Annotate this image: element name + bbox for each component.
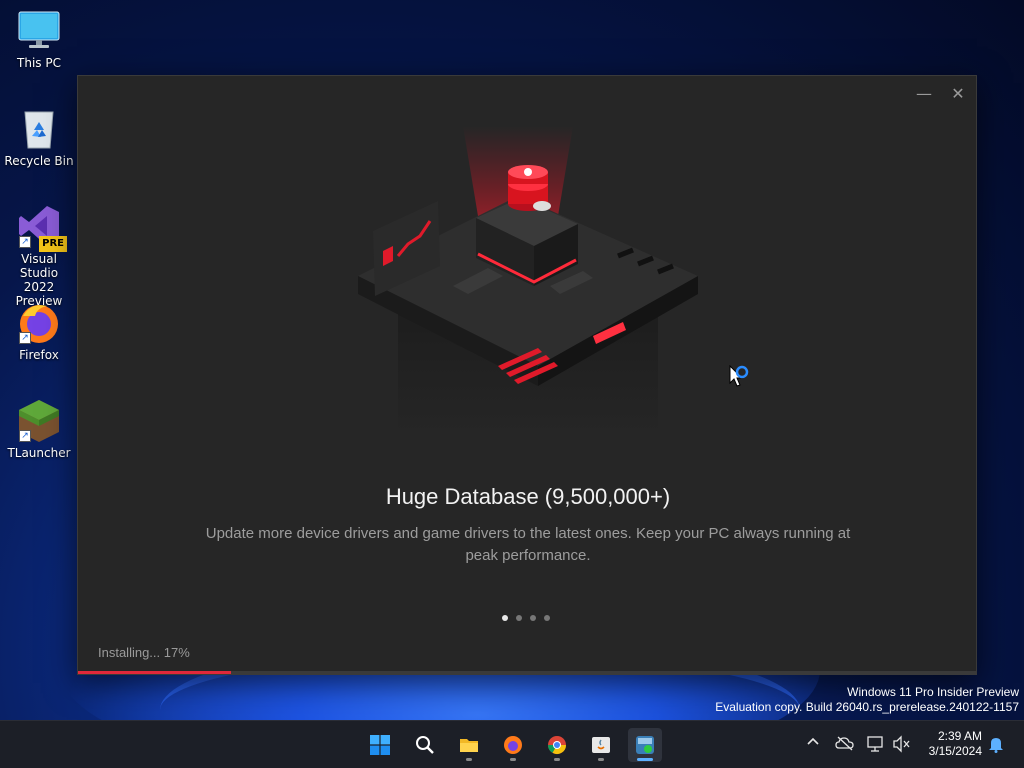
- slide-dot-4[interactable]: [544, 615, 550, 621]
- network-icon[interactable]: [866, 735, 886, 755]
- desktop-icon-this-pc[interactable]: This PC: [4, 8, 74, 70]
- close-button[interactable]: ✕: [944, 82, 972, 106]
- minimize-button[interactable]: —: [910, 82, 938, 106]
- desktop-icon-recycle-bin[interactable]: Recycle Bin: [4, 106, 74, 168]
- watermark-edition: Windows 11 Pro Insider Preview: [847, 685, 1019, 699]
- running-indicator: [598, 758, 604, 761]
- start-button[interactable]: [363, 728, 397, 762]
- firefox-icon: ↗: [17, 300, 61, 344]
- running-indicator: [637, 758, 653, 761]
- slide-description: Update more device drivers and game driv…: [205, 525, 851, 564]
- taskbar-driver-booster[interactable]: [628, 728, 662, 762]
- slide-pager: [502, 615, 550, 621]
- firefox-icon: [504, 736, 522, 754]
- running-indicator: [554, 758, 560, 761]
- slide-dot-1[interactable]: [502, 615, 508, 621]
- desktop-icon-visual-studio[interactable]: PRE ↗ Visual Studio 2022 Preview: [4, 204, 74, 308]
- running-indicator: [510, 758, 516, 761]
- file-explorer-icon: [460, 739, 478, 752]
- slide-dot-3[interactable]: [530, 615, 536, 621]
- taskbar-firefox[interactable]: [496, 728, 530, 762]
- database-illustration: [338, 126, 718, 456]
- grass-block-icon: ↗: [17, 398, 61, 442]
- desktop-icon-label: Recycle Bin: [4, 154, 74, 168]
- installer-window: — ✕ Huge Database (9,500,000+) Update mo…: [77, 75, 977, 675]
- search-icon: [416, 736, 434, 754]
- taskbar: 2:39 AM 3/15/2024: [0, 720, 1024, 768]
- onedrive-offline-icon[interactable]: [835, 735, 855, 755]
- install-progress-fill: [78, 671, 231, 674]
- shortcut-arrow-icon: ↗: [19, 236, 31, 248]
- desktop-icon-label: Firefox: [19, 348, 59, 362]
- windows-start-icon: [370, 735, 390, 755]
- shortcut-arrow-icon: ↗: [19, 430, 31, 442]
- clock-time: 2:39 AM: [937, 729, 982, 743]
- watermark-build: Evaluation copy. Build 26040.rs_prerelea…: [715, 700, 1019, 714]
- taskbar-clock[interactable]: 2:39 AM 3/15/2024: [929, 729, 982, 759]
- shortcut-arrow-icon: ↗: [19, 332, 31, 344]
- install-status-text: Installing... 17%: [98, 645, 190, 660]
- taskbar-java-installer[interactable]: [584, 728, 618, 762]
- volume-muted-icon[interactable]: [892, 735, 912, 755]
- taskbar-chrome[interactable]: [540, 728, 574, 762]
- desktop-icon-label: This PC: [17, 56, 61, 70]
- busy-cursor-icon: [729, 364, 753, 391]
- clock-date: 3/15/2024: [928, 744, 982, 758]
- running-indicator: [466, 758, 472, 761]
- java-installer-icon: [592, 737, 610, 753]
- driver-booster-icon: [636, 736, 654, 754]
- preview-badge: PRE: [39, 236, 67, 252]
- visual-studio-icon: PRE ↗: [17, 204, 67, 252]
- windows-watermark: Windows 11 Pro Insider Preview Evaluatio…: [715, 685, 1019, 715]
- search-button[interactable]: [408, 728, 442, 762]
- taskbar-file-explorer[interactable]: [452, 728, 486, 762]
- desktop-icon-tlauncher[interactable]: ↗ TLauncher: [4, 398, 74, 460]
- desktop-icon-label: TLauncher: [7, 446, 71, 460]
- recycle-bin-icon: [17, 106, 61, 150]
- chevron-up-icon[interactable]: [803, 735, 823, 755]
- notification-bell-icon[interactable]: [986, 735, 1006, 755]
- monitor-icon: [17, 8, 61, 52]
- slide-title: Huge Database (9,500,000+): [385, 484, 671, 509]
- chrome-icon: [548, 736, 566, 755]
- desktop-icon-firefox[interactable]: ↗ Firefox: [4, 300, 74, 362]
- install-progress-bar: [78, 671, 976, 674]
- slide-dot-2[interactable]: [516, 615, 522, 621]
